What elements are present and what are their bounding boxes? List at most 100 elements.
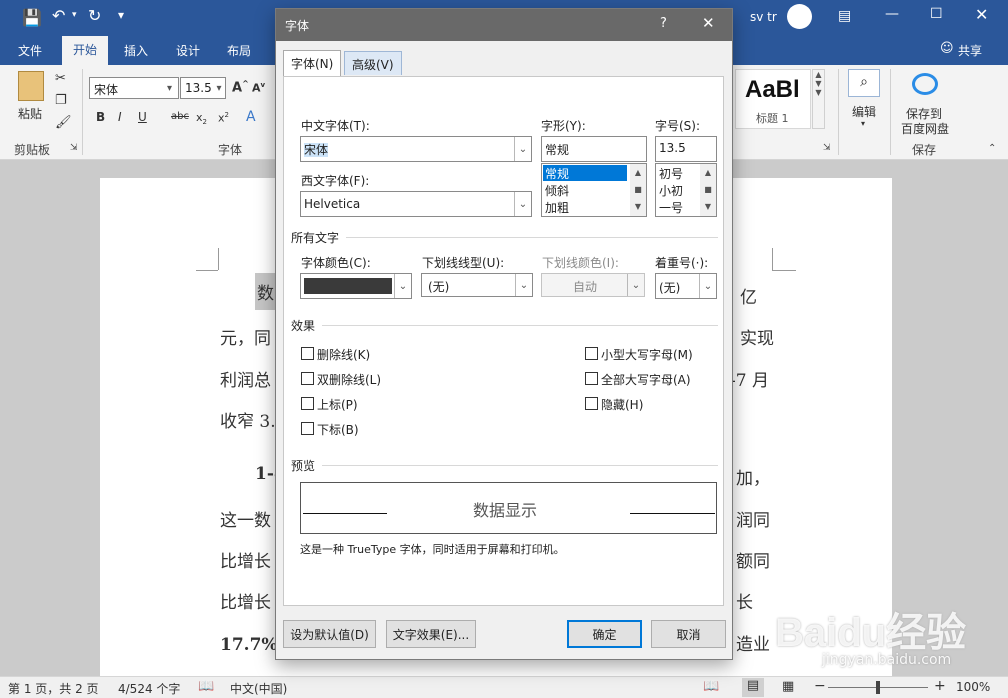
zoom-out-icon[interactable]: − <box>814 678 826 694</box>
font-size-input[interactable]: 13.5 <box>655 136 717 162</box>
subscript-checkbox[interactable] <box>301 422 314 435</box>
list-item[interactable]: 小初 <box>657 182 697 198</box>
ribbon-display-icon[interactable]: ▤ <box>838 8 851 24</box>
paste-icon[interactable] <box>18 71 44 101</box>
list-item[interactable]: 初号 <box>657 165 697 181</box>
text-effects-button[interactable]: 文字效果(E)... <box>386 620 476 648</box>
doc-line-right: 实现 <box>740 329 774 349</box>
list-scrollbar[interactable]: ▲ ■ ▼ <box>700 164 716 216</box>
doc-line-right: 造业 <box>736 635 770 655</box>
dialog-close-icon[interactable]: ✕ <box>702 14 715 32</box>
zoom-slider-thumb[interactable] <box>876 681 880 694</box>
language[interactable]: 中文(中国) <box>230 680 287 697</box>
save-icon[interactable]: 💾 <box>22 8 42 27</box>
ok-button[interactable]: 确定 <box>567 620 642 648</box>
font-style-list[interactable]: 常规 倾斜 加粗 ▲ ■ ▼ <box>541 163 647 217</box>
share-button[interactable]: 共享 <box>958 40 982 61</box>
word-count[interactable]: 4/524 个字 <box>118 680 180 697</box>
undo-icon[interactable]: ↶ <box>52 6 65 25</box>
font-size-box[interactable]: 13.5 ▾ <box>180 77 226 99</box>
strikethrough-icon[interactable]: abc <box>171 111 189 122</box>
avatar[interactable] <box>787 4 812 29</box>
copy-icon[interactable]: ❐ <box>55 93 67 108</box>
doc-line-right: 长 <box>736 593 753 613</box>
bold-icon[interactable]: B <box>96 110 105 124</box>
superscript-icon[interactable]: x2 <box>218 111 229 125</box>
page-count[interactable]: 第 1 页，共 2 页 <box>8 680 99 697</box>
list-item[interactable]: 倾斜 <box>543 182 627 198</box>
web-layout-icon[interactable]: ▦ <box>782 679 794 694</box>
grow-font-icon[interactable]: A^ <box>232 79 249 95</box>
shrink-font-icon[interactable]: Av <box>252 81 265 95</box>
font-color-select[interactable]: ⌄ <box>300 273 412 299</box>
print-layout-icon[interactable]: ▤ <box>742 678 764 697</box>
set-default-button[interactable]: 设为默认值(D) <box>283 620 376 648</box>
tab-file[interactable]: 文件 <box>18 40 42 61</box>
font-size-label: 字号(S): <box>655 119 701 133</box>
edit-button[interactable]: 编辑 <box>852 103 876 120</box>
undo-dropdown-icon[interactable]: ▾ <box>72 10 77 20</box>
small-caps-checkbox[interactable] <box>585 347 598 360</box>
font-size-list[interactable]: 初号 小初 一号 ▲ ■ ▼ <box>655 163 717 217</box>
underline-style-select[interactable]: (无) ⌄ <box>421 273 533 297</box>
customize-toolbar-icon[interactable]: ▾ <box>118 8 124 22</box>
proofing-icon[interactable]: 📖 <box>198 679 214 694</box>
close-icon[interactable]: ✕ <box>975 5 988 24</box>
west-font-select[interactable]: Helvetica ⌄ <box>300 191 532 217</box>
collapse-ribbon-icon[interactable]: ⌃ <box>988 143 996 154</box>
cut-icon[interactable]: ✂ <box>55 71 66 86</box>
tab-font[interactable]: 字体(N) <box>283 50 342 76</box>
search-icon[interactable]: ⌕ <box>848 69 880 97</box>
font-note: 这是一种 TrueType 字体，同时适用于屏幕和打印机。 <box>300 543 565 556</box>
tab-advanced[interactable]: 高级(V) <box>344 51 402 75</box>
zoom-level[interactable]: 100% <box>956 680 990 694</box>
chevron-down-icon[interactable]: ⌄ <box>514 192 531 216</box>
chevron-down-icon[interactable]: ▾ <box>861 119 865 128</box>
tab-home[interactable]: 开始 <box>62 36 109 65</box>
maximize-icon[interactable]: ☐ <box>930 6 943 22</box>
minimize-icon[interactable]: — <box>885 6 899 22</box>
double-strikethrough-checkbox[interactable] <box>301 372 314 385</box>
cn-font-select[interactable]: 宋体 ⌄ <box>300 136 532 162</box>
cancel-button[interactable]: 取消 <box>651 620 726 648</box>
list-item[interactable]: 加粗 <box>543 199 627 215</box>
chevron-down-icon[interactable]: ⌄ <box>515 274 532 296</box>
styles-launcher-icon[interactable]: ⇲ <box>823 143 831 153</box>
all-caps-checkbox[interactable] <box>585 372 598 385</box>
superscript-checkbox[interactable] <box>301 397 314 410</box>
tab-design[interactable]: 设计 <box>176 40 200 61</box>
style-gallery-scroll[interactable]: ▲ ▼ ▼ <box>812 69 825 129</box>
chevron-down-icon[interactable]: ⌄ <box>699 274 716 298</box>
doc-line-left: 比增长 <box>220 552 271 572</box>
list-scrollbar[interactable]: ▲ ■ ▼ <box>630 164 646 216</box>
paste-button[interactable]: 粘贴 <box>18 105 42 122</box>
tab-layout[interactable]: 布局 <box>227 40 251 61</box>
status-bar: 第 1 页，共 2 页 4/524 个字 📖 中文(中国) 📖 ▤ ▦ − + … <box>0 676 1008 698</box>
clipboard-launcher-icon[interactable]: ⇲ <box>70 143 78 153</box>
list-item[interactable]: 常规 <box>543 165 627 181</box>
redo-icon[interactable]: ↻ <box>88 6 101 25</box>
style-gallery-item[interactable]: AaBl 标题 1 <box>735 69 811 129</box>
subscript-icon[interactable]: x2 <box>196 111 207 126</box>
italic-icon[interactable]: I <box>118 110 122 124</box>
strikethrough-checkbox[interactable] <box>301 347 314 360</box>
underline-icon[interactable]: U <box>138 110 147 124</box>
chevron-down-icon[interactable]: ▾ <box>213 78 225 98</box>
doc-line-left: 数 <box>255 273 276 310</box>
read-mode-icon[interactable]: 📖 <box>703 679 719 694</box>
chevron-down-icon[interactable]: ⌄ <box>514 137 531 161</box>
underline-color-label: 下划线颜色(I): <box>542 256 619 270</box>
chevron-down-icon[interactable]: ▾ <box>161 78 178 98</box>
chevron-down-icon[interactable]: ⌄ <box>394 274 411 298</box>
font-style-input[interactable]: 常规 <box>541 136 647 162</box>
tab-insert[interactable]: 插入 <box>124 40 148 61</box>
doc-line-right: -7 月 <box>730 371 769 391</box>
emphasis-select[interactable]: (无) ⌄ <box>655 273 717 299</box>
zoom-in-icon[interactable]: + <box>934 678 946 694</box>
format-painter-icon[interactable]: 🖌 <box>55 115 72 130</box>
list-item[interactable]: 一号 <box>657 199 697 215</box>
text-effects-icon[interactable]: A <box>246 109 256 125</box>
help-button[interactable]: ? <box>660 16 667 31</box>
hidden-checkbox[interactable] <box>585 397 598 410</box>
font-name-box[interactable]: 宋体 ▾ <box>89 77 179 99</box>
